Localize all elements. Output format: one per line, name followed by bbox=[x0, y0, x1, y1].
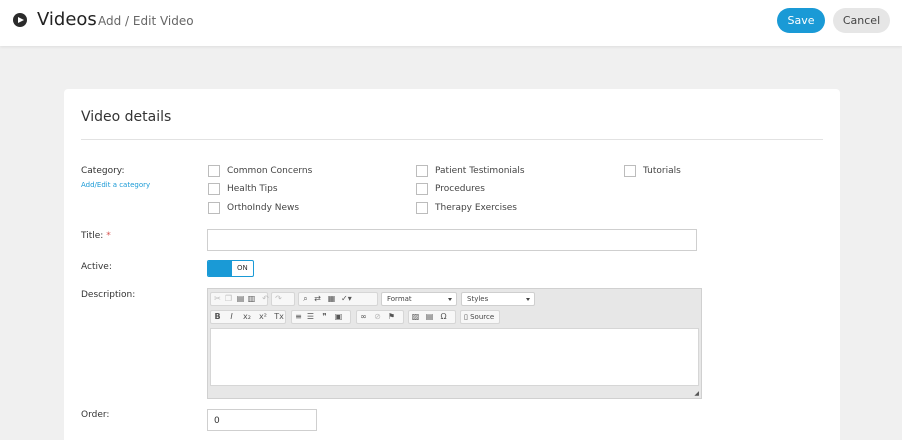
format-select[interactable]: Format bbox=[381, 292, 457, 306]
italic-button[interactable]: I bbox=[227, 312, 236, 322]
category-label: Category: bbox=[81, 166, 125, 176]
superscript-button[interactable]: x² bbox=[257, 312, 269, 322]
bulleted-list-icon[interactable]: ☰ bbox=[306, 312, 315, 322]
anchor-flag-icon[interactable]: ⚑ bbox=[387, 312, 396, 322]
checkbox-procedures[interactable] bbox=[416, 183, 428, 195]
editor-content-area[interactable] bbox=[210, 328, 699, 386]
order-label: Order: bbox=[81, 410, 110, 420]
save-button[interactable]: Save bbox=[777, 8, 825, 33]
subscript-button[interactable]: x₂ bbox=[241, 312, 253, 322]
toggle-fill bbox=[208, 261, 232, 276]
styles-select-label: Styles bbox=[467, 295, 489, 303]
title-input[interactable] bbox=[207, 229, 697, 251]
unlink-icon[interactable]: ⊘ bbox=[373, 312, 382, 322]
cut-icon[interactable]: ✂ bbox=[213, 294, 222, 304]
numbered-list-icon[interactable]: ≡ bbox=[294, 312, 303, 322]
active-label: Active: bbox=[81, 262, 112, 272]
cancel-button[interactable]: Cancel bbox=[833, 8, 890, 33]
bold-button[interactable]: B bbox=[213, 312, 222, 322]
order-input[interactable]: 0 bbox=[207, 409, 317, 431]
insert-group: ▨ ▤ Ω bbox=[408, 310, 456, 324]
title-label: Title: * bbox=[81, 231, 111, 241]
link-icon[interactable]: ∞ bbox=[359, 312, 368, 322]
rich-text-editor: ✂ ❐ ▤ ▥ ↶ ↷ ⌕ ⇄ ▦ ✓▾ Format Styles B I x… bbox=[207, 288, 702, 399]
checkbox-label: Health Tips bbox=[227, 184, 278, 194]
find-icon[interactable]: ⌕ bbox=[301, 294, 310, 304]
styles-select[interactable]: Styles bbox=[461, 292, 535, 306]
find-group: ⌕ ⇄ ▦ ✓▾ bbox=[298, 292, 378, 306]
checkbox-label: Tutorials bbox=[643, 166, 681, 176]
description-label: Description: bbox=[81, 290, 136, 300]
image-icon[interactable]: ▨ bbox=[411, 312, 420, 322]
add-edit-category-link[interactable]: Add/Edit a category bbox=[81, 181, 150, 189]
checkbox-health-tips[interactable] bbox=[208, 183, 220, 195]
special-character-button[interactable]: Ω bbox=[439, 312, 448, 322]
clipboard-group: ✂ ❐ ▤ ▥ ↶ bbox=[210, 292, 270, 306]
format-select-label: Format bbox=[387, 295, 412, 303]
title-label-text: Title: bbox=[81, 231, 104, 241]
required-marker: * bbox=[106, 231, 111, 241]
chevron-down-icon bbox=[448, 298, 452, 301]
redo-icon[interactable]: ↷ bbox=[274, 294, 283, 304]
page-subtitle: Add / Edit Video bbox=[98, 14, 194, 28]
history-group: ↷ bbox=[271, 292, 295, 306]
active-toggle[interactable]: ON bbox=[207, 260, 254, 277]
source-button[interactable]: ▯ Source bbox=[460, 310, 500, 324]
source-icon: ▯ bbox=[464, 313, 468, 321]
toggle-state: ON bbox=[237, 264, 248, 272]
page-title: Videos bbox=[37, 9, 97, 30]
checkbox-label: OrthoIndy News bbox=[227, 203, 300, 213]
paragraph-group: ≡ ☰ ❞ ▣ bbox=[291, 310, 351, 324]
chevron-down-icon bbox=[526, 298, 530, 301]
card-heading: Video details bbox=[81, 109, 172, 125]
source-label: Source bbox=[470, 313, 495, 321]
paste-icon[interactable]: ▤ bbox=[236, 294, 245, 304]
clear-format-button[interactable]: Tx bbox=[273, 312, 285, 322]
checkbox-orthoindy-news[interactable] bbox=[208, 202, 220, 214]
resize-handle-icon[interactable]: ◢ bbox=[694, 390, 699, 397]
undo-icon[interactable]: ↶ bbox=[261, 294, 270, 304]
divider bbox=[81, 139, 823, 140]
checkbox-therapy-exercises[interactable] bbox=[416, 202, 428, 214]
checkbox-label: Therapy Exercises bbox=[435, 203, 517, 213]
video-details-card: Video details Category: Add/Edit a categ… bbox=[64, 89, 840, 440]
checkbox-tutorials[interactable] bbox=[624, 165, 636, 177]
replace-icon[interactable]: ⇄ bbox=[313, 294, 322, 304]
blockquote-button[interactable]: ❞ bbox=[320, 312, 329, 322]
app-header: Videos Add / Edit Video Save Cancel bbox=[0, 0, 902, 46]
play-icon bbox=[13, 13, 27, 27]
spellcheck-icon[interactable]: ✓▾ bbox=[341, 294, 352, 304]
paste-text-icon[interactable]: ▥ bbox=[247, 294, 256, 304]
table-icon[interactable]: ▤ bbox=[425, 312, 434, 322]
select-all-icon[interactable]: ▦ bbox=[327, 294, 336, 304]
links-group: ∞ ⊘ ⚑ bbox=[356, 310, 404, 324]
checkbox-patient-testimonials[interactable] bbox=[416, 165, 428, 177]
basic-styles-group: B I x₂ x² Tx bbox=[210, 310, 286, 324]
div-container-icon[interactable]: ▣ bbox=[334, 312, 343, 322]
checkbox-common-concerns[interactable] bbox=[208, 165, 220, 177]
checkbox-label: Procedures bbox=[435, 184, 485, 194]
checkbox-label: Patient Testimonials bbox=[435, 166, 525, 176]
copy-icon[interactable]: ❐ bbox=[224, 294, 233, 304]
checkbox-label: Common Concerns bbox=[227, 166, 313, 176]
